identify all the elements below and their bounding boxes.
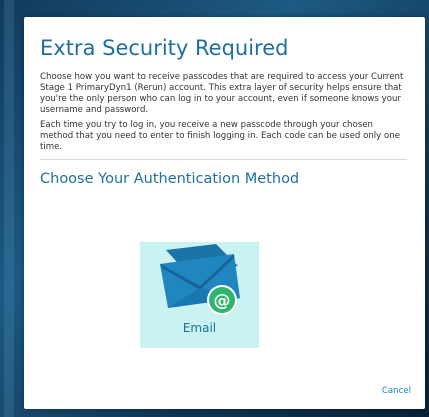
backdrop-decoration [4, 0, 14, 417]
passcode-paragraph: Each time you try to log in, you receive… [40, 120, 400, 152]
email-method-label: Email [182, 321, 217, 335]
email-method-button[interactable]: @ Email [140, 242, 259, 348]
section-title: Choose Your Authentication Method [40, 171, 300, 187]
screen: { "dialog": { "title": "Extra Security R… [0, 0, 429, 417]
security-dialog: Extra Security Required Choose how you w… [24, 17, 425, 409]
envelope-at-icon: @ [160, 244, 240, 315]
intro-paragraph: Choose how you want to receive passcodes… [40, 72, 404, 115]
divider [40, 159, 407, 160]
cancel-link[interactable]: Cancel [382, 386, 411, 396]
dialog-title: Extra Security Required [40, 36, 289, 60]
svg-text:@: @ [214, 291, 231, 311]
